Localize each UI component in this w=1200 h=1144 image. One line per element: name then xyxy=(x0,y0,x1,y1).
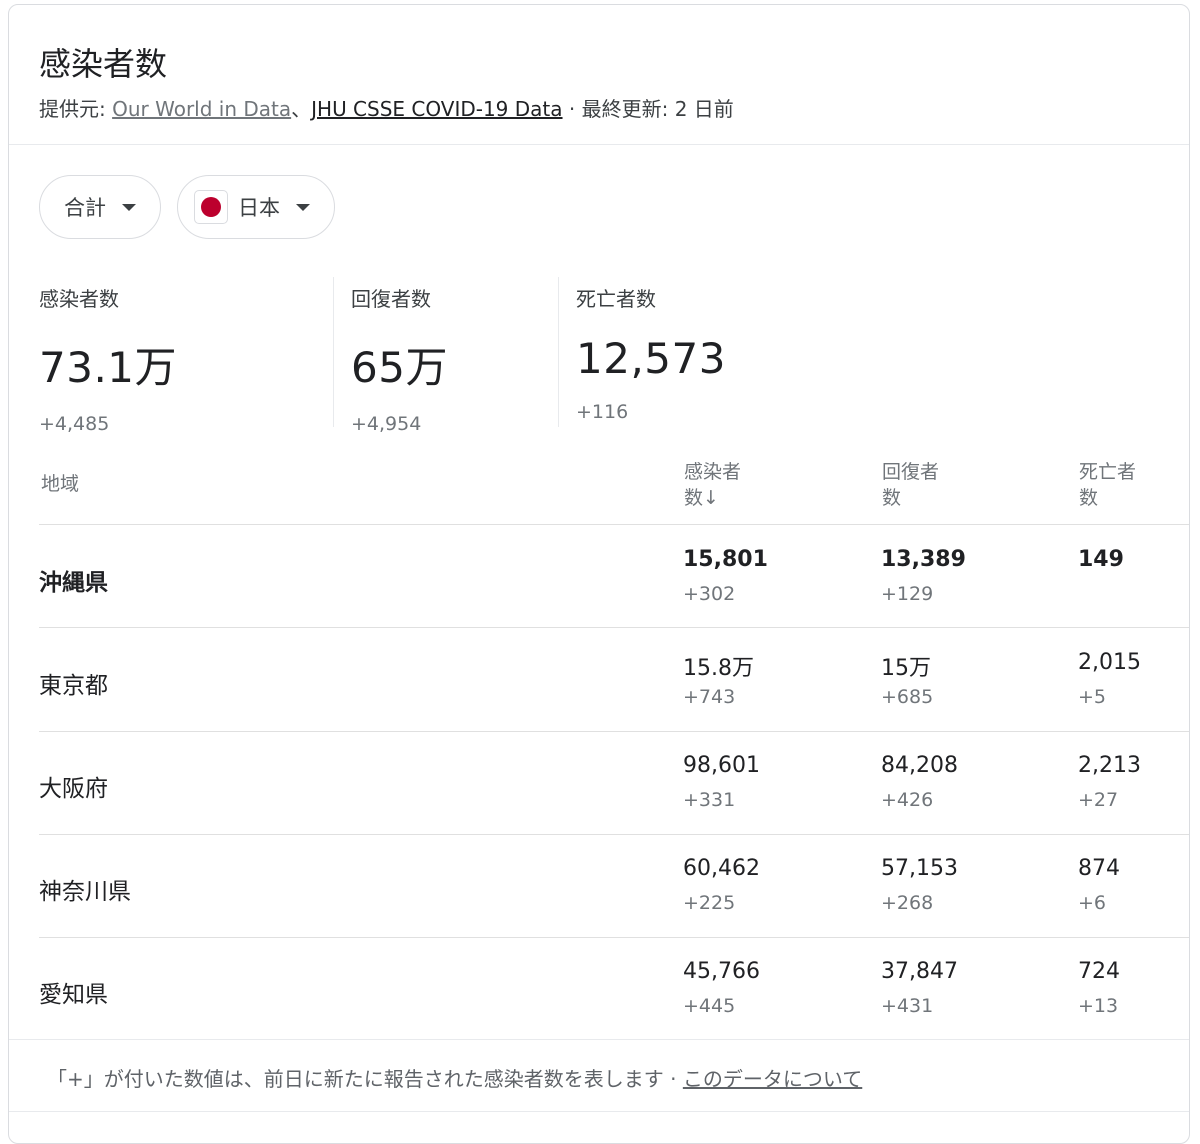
table-divider xyxy=(39,627,1189,628)
stat-label: 感染者数 xyxy=(39,287,119,311)
row-deaths-delta: +13 xyxy=(1078,995,1119,1017)
footer-note: 「+」が付いた数値は、前日に新たに報告された感染者数を表します · このデータに… xyxy=(47,1063,862,1092)
column-header-deaths-line2: 数 xyxy=(1079,487,1099,509)
row-deaths: 149 xyxy=(1078,547,1124,572)
table-divider xyxy=(39,937,1189,938)
page-title: 感染者数 xyxy=(39,45,168,83)
source-link-jhu[interactable]: JHU CSSE COVID-19 Data xyxy=(311,97,562,121)
row-region[interactable]: 愛知県 xyxy=(39,975,108,1009)
row-deaths: 2,015 xyxy=(1078,650,1141,675)
table-divider xyxy=(39,834,1189,835)
source-separator: 、 xyxy=(291,97,312,121)
row-deaths: 724 xyxy=(1078,959,1120,984)
row-cases: 15,801 xyxy=(683,547,768,572)
column-header-deaths-line1: 死亡者 xyxy=(1079,461,1137,483)
column-header-cases-line2: 数↓ xyxy=(684,487,719,509)
row-cases-delta: +225 xyxy=(683,892,736,914)
footer-separator: · xyxy=(663,1067,683,1091)
stat-cases: 感染者数 73.1万 +4,485 xyxy=(39,277,329,435)
column-header-cases[interactable]: 感染者 数↓ xyxy=(684,459,741,511)
row-region[interactable]: 沖縄県 xyxy=(39,563,108,597)
source-link-owid[interactable]: Our World in Data xyxy=(112,97,291,121)
column-header-region: 地域 xyxy=(41,473,80,495)
row-region[interactable]: 神奈川県 xyxy=(39,872,131,906)
row-cases: 98,601 xyxy=(683,753,760,778)
stat-value: 12,573 xyxy=(576,334,726,383)
stat-divider xyxy=(333,277,334,427)
footer-bottom-divider xyxy=(9,1111,1189,1112)
row-recovered: 15万 xyxy=(881,656,931,681)
japan-flag-icon xyxy=(194,190,228,224)
row-recovered: 57,153 xyxy=(881,856,958,881)
total-dropdown[interactable]: 合計 xyxy=(39,175,161,239)
column-header-recovered-line2: 数 xyxy=(882,487,902,509)
source-line: 提供元: Our World in Data、JHU CSSE COVID-19… xyxy=(39,93,734,122)
row-region[interactable]: 大阪府 xyxy=(39,769,108,803)
country-dropdown-label: 日本 xyxy=(238,196,280,220)
row-recovered: 13,389 xyxy=(881,547,966,572)
stat-delta: +4,954 xyxy=(351,413,422,435)
footer-note-text: 「+」が付いた数値は、前日に新たに報告された感染者数を表します xyxy=(47,1067,664,1091)
row-recovered: 84,208 xyxy=(881,753,958,778)
row-region[interactable]: 東京都 xyxy=(39,666,108,700)
covid-stats-card: 感染者数 提供元: Our World in Data、JHU CSSE COV… xyxy=(8,4,1190,1144)
column-header-recovered-line1: 回復者 xyxy=(882,461,940,483)
column-header-deaths[interactable]: 死亡者 数 xyxy=(1079,459,1136,511)
row-deaths-delta: +6 xyxy=(1078,892,1107,914)
row-recovered-delta: +431 xyxy=(881,995,934,1017)
about-data-link[interactable]: このデータについて xyxy=(683,1067,862,1091)
row-cases: 45,766 xyxy=(683,959,760,984)
stat-delta: +4,485 xyxy=(39,413,110,435)
caret-down-icon xyxy=(122,203,136,211)
row-cases-delta: +743 xyxy=(683,686,736,708)
row-deaths: 2,213 xyxy=(1078,753,1141,778)
stat-label: 死亡者数 xyxy=(576,287,656,311)
row-deaths-delta: +5 xyxy=(1078,686,1107,708)
source-prefix: 提供元: xyxy=(39,97,113,121)
row-cases: 60,462 xyxy=(683,856,760,881)
footer-divider xyxy=(9,1039,1189,1040)
row-deaths-delta: +27 xyxy=(1078,789,1119,811)
row-recovered-delta: +426 xyxy=(881,789,934,811)
country-dropdown[interactable]: 日本 xyxy=(177,175,335,239)
row-recovered: 37,847 xyxy=(881,959,958,984)
total-dropdown-label: 合計 xyxy=(64,196,106,220)
last-updated: · 最終更新: 2 日前 xyxy=(562,97,734,121)
row-cases-delta: +331 xyxy=(683,789,736,811)
row-cases-delta: +445 xyxy=(683,995,736,1017)
row-deaths: 874 xyxy=(1078,856,1120,881)
row-recovered-delta: +129 xyxy=(881,583,934,605)
column-header-recovered[interactable]: 回復者 数 xyxy=(882,459,939,511)
card-header: 感染者数 提供元: Our World in Data、JHU CSSE COV… xyxy=(9,5,1189,145)
row-cases-delta: +302 xyxy=(683,583,736,605)
row-cases: 15.8万 xyxy=(683,656,754,681)
stat-recovered: 回復者数 65万 +4,954 xyxy=(351,277,551,435)
stat-value: 65万 xyxy=(351,343,448,392)
table-divider xyxy=(39,524,1189,525)
stat-delta: +116 xyxy=(576,401,629,423)
stat-value: 73.1万 xyxy=(39,343,178,392)
stat-label: 回復者数 xyxy=(351,287,431,311)
table-divider xyxy=(39,731,1189,732)
column-header-cases-line1: 感染者 xyxy=(684,461,742,483)
stat-divider xyxy=(558,277,559,427)
caret-down-icon xyxy=(296,203,310,211)
row-recovered-delta: +268 xyxy=(881,892,934,914)
stat-deaths: 死亡者数 12,573 +116 xyxy=(576,277,836,425)
row-recovered-delta: +685 xyxy=(881,686,934,708)
